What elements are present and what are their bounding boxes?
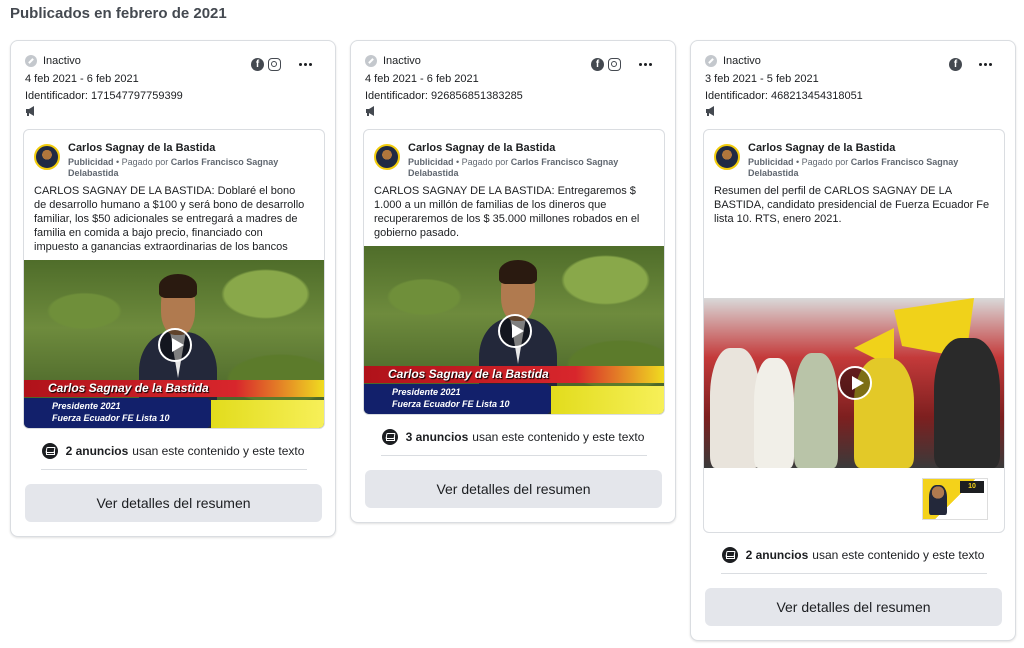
ad-card: Inactivo f 4 feb 2021 - 6 feb 2021 Ident…: [10, 40, 336, 537]
platforms: f: [949, 58, 962, 71]
advertiser-name[interactable]: Carlos Sagnay de la Bastida: [408, 142, 628, 154]
advertiser-header: Carlos Sagnay de la Bastida Publicidad •…: [34, 142, 288, 179]
inactive-status-icon: [705, 55, 717, 67]
divider: [41, 469, 307, 470]
play-button[interactable]: [158, 328, 192, 362]
instagram-icon: [608, 58, 621, 71]
overlay-name: Carlos Sagnay de la Bastida: [48, 381, 209, 395]
avatar[interactable]: [34, 144, 60, 170]
ad-video[interactable]: Carlos Sagnay de la Bastida Presidente 2…: [24, 260, 324, 428]
ad-body-text: CARLOS SAGNAY DE LA BASTIDA: Doblaré el …: [34, 185, 305, 253]
ad-meta: Publicidad • Pagado por Carlos Francisco…: [408, 157, 628, 179]
ad-body-text: Resumen del perfil de CARLOS SAGNAY DE L…: [714, 185, 990, 225]
uses-count: 2 anuncios: [65, 444, 129, 458]
paid-by-prefix: • Pagado por: [453, 157, 511, 167]
more-options-button[interactable]: [635, 59, 655, 69]
run-dates: 4 feb 2021 - 6 feb 2021: [25, 73, 139, 85]
ad-meta: Publicidad • Pagado por Carlos Francisco…: [68, 157, 288, 179]
avatar[interactable]: [374, 144, 400, 170]
ad-identifier: Identificador: 468213454318051: [705, 90, 863, 102]
more-options-button[interactable]: [975, 59, 995, 69]
shared-content-row: 3 anuncios usan este contenido y este te…: [351, 429, 675, 445]
facebook-icon: f: [251, 58, 264, 71]
ad-preview[interactable]: Carlos Sagnay de la Bastida Publicidad •…: [703, 129, 1005, 533]
play-button[interactable]: [838, 366, 872, 400]
facebook-icon: f: [949, 58, 962, 71]
play-button[interactable]: [498, 314, 532, 348]
divider: [381, 455, 647, 456]
run-dates: 3 feb 2021 - 5 feb 2021: [705, 73, 819, 85]
ad-preview[interactable]: Carlos Sagnay de la Bastida Publicidad •…: [23, 129, 325, 429]
inactive-status-icon: [365, 55, 377, 67]
advertiser-header: Carlos Sagnay de la Bastida Publicidad •…: [714, 142, 968, 179]
advertiser-name[interactable]: Carlos Sagnay de la Bastida: [748, 142, 968, 154]
video-lower-third: Carlos Sagnay de la Bastida Presidente 2…: [364, 366, 664, 414]
ad-identifier: Identificador: 171547797759399: [25, 90, 183, 102]
ad-body-text: CARLOS SAGNAY DE LA BASTIDA: Entregaremo…: [374, 185, 640, 239]
platforms: f: [251, 58, 281, 71]
status-row: Inactivo: [705, 55, 761, 67]
megaphone-icon: [26, 106, 34, 116]
inactive-status-icon: [25, 55, 37, 67]
section-title: Publicados en febrero de 2021: [10, 5, 227, 22]
stack-icon: [381, 429, 398, 445]
megaphone-icon: [366, 106, 374, 116]
status-label: Inactivo: [43, 55, 81, 67]
ad-thumbnail[interactable]: 10: [922, 478, 988, 520]
status-label: Inactivo: [723, 55, 761, 67]
paid-by-prefix: • Pagado por: [793, 157, 851, 167]
uses-count: 3 anuncios: [405, 430, 469, 444]
stack-icon: [41, 443, 58, 459]
ad-type-label: Publicidad: [68, 157, 114, 167]
overlay-name: Carlos Sagnay de la Bastida: [388, 367, 549, 381]
ad-identifier: Identificador: 926856851383285: [365, 90, 523, 102]
ad-preview[interactable]: Carlos Sagnay de la Bastida Publicidad •…: [363, 129, 665, 415]
avatar[interactable]: [714, 144, 740, 170]
status-label: Inactivo: [383, 55, 421, 67]
advertiser-name[interactable]: Carlos Sagnay de la Bastida: [68, 142, 288, 154]
shared-content-row: 2 anuncios usan este contenido y este te…: [691, 547, 1015, 563]
facebook-icon: f: [591, 58, 604, 71]
video-lower-third: Carlos Sagnay de la Bastida Presidente 2…: [24, 380, 324, 428]
platforms: f: [591, 58, 621, 71]
ad-video[interactable]: [704, 298, 1004, 468]
ad-card: Inactivo f 3 feb 2021 - 5 feb 2021 Ident…: [690, 40, 1016, 641]
paid-by-prefix: • Pagado por: [113, 157, 171, 167]
overlay-line1: Presidente 2021: [52, 401, 121, 411]
run-dates: 4 feb 2021 - 6 feb 2021: [365, 73, 479, 85]
megaphone-icon: [706, 106, 714, 116]
overlay-line2: Fuerza Ecuador FE Lista 10: [392, 399, 510, 409]
uses-text: usan este contenido y este texto: [472, 430, 645, 444]
overlay-line1: Presidente 2021: [392, 387, 461, 397]
more-options-button[interactable]: [295, 59, 315, 69]
view-summary-details-button[interactable]: Ver detalles del resumen: [365, 470, 662, 508]
status-row: Inactivo: [365, 55, 421, 67]
advertiser-header: Carlos Sagnay de la Bastida Publicidad •…: [374, 142, 628, 179]
shared-content-row: 2 anuncios usan este contenido y este te…: [11, 443, 335, 459]
status-row: Inactivo: [25, 55, 81, 67]
uses-text: usan este contenido y este texto: [812, 548, 985, 562]
uses-text: usan este contenido y este texto: [132, 444, 305, 458]
ad-type-label: Publicidad: [408, 157, 454, 167]
overlay-line2: Fuerza Ecuador FE Lista 10: [52, 413, 170, 423]
ad-meta: Publicidad • Pagado por Carlos Francisco…: [748, 157, 968, 179]
stack-icon: [721, 547, 738, 563]
view-summary-details-button[interactable]: Ver detalles del resumen: [25, 484, 322, 522]
divider: [721, 573, 987, 574]
ad-card: Inactivo f 4 feb 2021 - 6 feb 2021 Ident…: [350, 40, 676, 523]
ad-type-label: Publicidad: [748, 157, 794, 167]
ad-video[interactable]: Carlos Sagnay de la Bastida Presidente 2…: [364, 246, 664, 414]
uses-count: 2 anuncios: [745, 548, 809, 562]
view-summary-details-button[interactable]: Ver detalles del resumen: [705, 588, 1002, 626]
instagram-icon: [268, 58, 281, 71]
